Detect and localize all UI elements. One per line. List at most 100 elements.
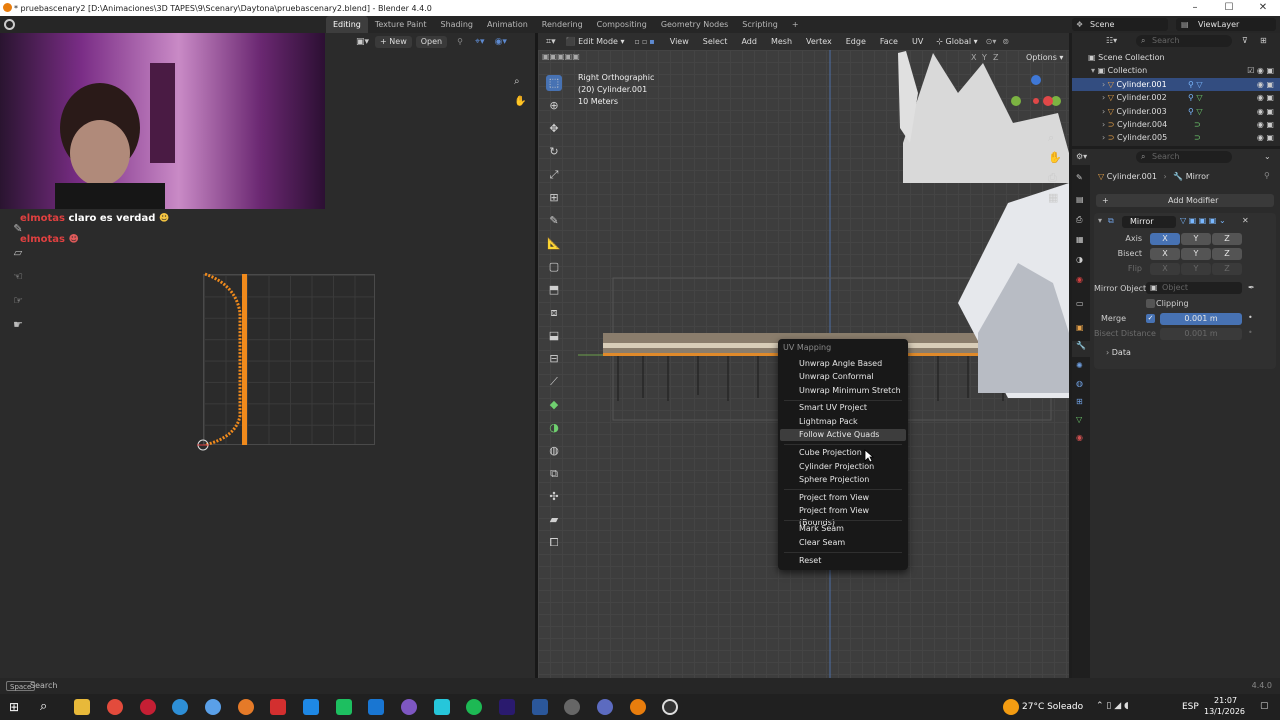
spotify-icon[interactable] — [466, 699, 482, 715]
view-layer-selector[interactable]: ▤ ViewLayer — [1176, 18, 1276, 31]
add-workspace-button[interactable]: + — [785, 16, 806, 33]
new-collection-icon[interactable]: ⊞ — [1260, 36, 1267, 45]
windows-start-icon[interactable]: ⊞ — [9, 700, 19, 714]
visibility-icons[interactable]: ◉ ▣ — [1257, 91, 1274, 104]
app-icon[interactable] — [303, 699, 319, 715]
outliner-collection[interactable]: ▾ ▣ Collection ☑ ◉ ▣ — [1072, 64, 1280, 77]
view-layer-tab-icon[interactable]: ▦ — [1076, 235, 1084, 244]
tab-rendering[interactable]: Rendering — [535, 16, 590, 33]
settings-icon[interactable] — [564, 699, 580, 715]
blender-menu-icon[interactable] — [4, 19, 15, 30]
modifier-toggle-icons[interactable]: ▽ ▣ ▣ ▣ ⌄ — [1180, 216, 1226, 225]
collapse-icon[interactable]: ▾ — [1098, 216, 1102, 225]
app-icon[interactable] — [597, 699, 613, 715]
properties-editor-icon[interactable]: ⚙▾ — [1076, 152, 1087, 161]
camera-view-icon[interactable]: ⎙ — [1048, 171, 1057, 185]
properties-search[interactable]: ⌕ Search — [1136, 151, 1232, 163]
clock-time[interactable]: 21:07 — [1214, 696, 1237, 705]
menu-item-unwrap-minimum-stretch[interactable]: Unwrap Minimum Stretch — [780, 385, 906, 397]
menu-item-project-from-view-bounds[interactable]: Project from View (Bounds) — [780, 505, 906, 527]
file-explorer-icon[interactable] — [74, 699, 90, 715]
outliner-search[interactable]: ⌕ Search — [1136, 35, 1232, 47]
visibility-icons[interactable]: ☑ ◉ ▣ — [1247, 64, 1274, 77]
pycharm-icon[interactable] — [336, 699, 352, 715]
mirror-object-field[interactable]: ▣ Object — [1146, 282, 1242, 294]
add-modifier-button[interactable]: + Add Modifier — [1096, 194, 1274, 207]
visibility-icons[interactable]: ◉ ▣ — [1257, 78, 1274, 91]
word-icon[interactable] — [532, 699, 548, 715]
object-tab-icon[interactable]: ▣ — [1076, 323, 1084, 332]
menu-item-follow-active-quads[interactable]: Follow Active Quads — [780, 429, 906, 441]
bisect-y-toggle[interactable]: Y — [1181, 248, 1211, 260]
tab-geometry-nodes[interactable]: Geometry Nodes — [654, 16, 735, 33]
data-tab-icon[interactable]: ▽ — [1076, 415, 1082, 424]
tab-shading[interactable]: Shading — [434, 16, 481, 33]
axis-y-toggle[interactable]: Y — [1181, 233, 1211, 245]
tool-tab-icon[interactable]: ✎ — [1076, 173, 1083, 182]
tab-texture-paint[interactable]: Texture Paint — [368, 16, 434, 33]
ortho-toggle-icon[interactable]: ▦ — [1048, 191, 1058, 204]
pan-view-icon[interactable]: ✋ — [1048, 151, 1062, 164]
menu-item-unwrap-conformal[interactable]: Unwrap Conformal — [780, 371, 906, 383]
visibility-icons[interactable]: ◉ ▣ — [1257, 131, 1274, 144]
opera-icon[interactable] — [140, 699, 156, 715]
outliner-editor-icon[interactable]: ☷▾ — [1106, 36, 1117, 45]
output-tab-icon[interactable]: ⎙ — [1076, 215, 1082, 225]
app-icon[interactable] — [205, 699, 221, 715]
menu-item-smart-uv-project[interactable]: Smart UV Project — [780, 402, 906, 414]
menu-item-sphere-projection[interactable]: Sphere Projection — [780, 474, 906, 486]
modifier-tab-icon[interactable]: 🔧 — [1072, 341, 1090, 357]
menu-item-clear-seam[interactable]: Clear Seam — [780, 537, 906, 549]
menu-item-cylinder-projection[interactable]: Cylinder Projection — [780, 461, 906, 473]
outliner-item-cylinder-002[interactable]: › ▽ Cylinder.002 ⚲ ▽ ◉ ▣ — [1072, 91, 1280, 104]
zoom-view-icon[interactable]: ⌕ — [1048, 131, 1054, 145]
app-icon[interactable] — [434, 699, 450, 715]
axis-z-toggle[interactable]: Z — [1212, 233, 1242, 245]
collection-tab-icon[interactable]: ▭ — [1076, 299, 1084, 308]
tab-animation[interactable]: Animation — [480, 16, 535, 33]
merge-distance-field[interactable]: 0.001 m — [1160, 313, 1242, 325]
constraints-tab-icon[interactable]: ⊞ — [1076, 397, 1083, 406]
edge-icon[interactable] — [172, 699, 188, 715]
material-tab-icon[interactable]: ◉ — [1076, 433, 1083, 442]
scene-tab-icon[interactable]: ◑ — [1076, 255, 1083, 264]
remove-modifier-icon[interactable]: ✕ — [1242, 216, 1249, 225]
tab-editing[interactable]: Editing — [326, 16, 368, 33]
obs-icon[interactable] — [662, 699, 678, 715]
maximize-button[interactable]: ☐ — [1212, 0, 1246, 16]
bisect-z-toggle[interactable]: Z — [1212, 248, 1242, 260]
keyframe-dot-icon[interactable]: • — [1248, 313, 1253, 322]
menu-item-unwrap-angle-based[interactable]: Unwrap Angle Based — [780, 358, 906, 370]
notification-icon[interactable]: ▢ — [1260, 701, 1269, 711]
navigation-gizmo[interactable] — [1008, 73, 1068, 133]
blender-taskbar-icon[interactable] — [630, 699, 646, 715]
app-icon[interactable] — [401, 699, 417, 715]
weather-icon[interactable] — [1003, 699, 1019, 715]
tab-compositing[interactable]: Compositing — [590, 16, 654, 33]
vscode-icon[interactable] — [368, 699, 384, 715]
tray-icons[interactable]: ⌃ ▯ ◢ ◖ — [1096, 701, 1129, 711]
menu-item-mark-seam[interactable]: Mark Seam — [780, 523, 906, 535]
axis-x-toggle[interactable]: X — [1150, 233, 1180, 245]
close-button[interactable]: ✕ — [1246, 0, 1280, 16]
language-indicator[interactable]: ESP — [1182, 702, 1199, 712]
filter-icon[interactable]: ⊽ — [1242, 36, 1248, 45]
tab-scripting[interactable]: Scripting — [735, 16, 785, 33]
chrome-icon[interactable] — [107, 699, 123, 715]
outliner-item-cylinder-004[interactable]: › ⊃ Cylinder.004 ⊃ ◉ ▣ — [1072, 118, 1280, 131]
menu-item-lightmap-pack[interactable]: Lightmap Pack — [780, 416, 906, 428]
firefox-icon[interactable] — [238, 699, 254, 715]
bisect-x-toggle[interactable]: X — [1150, 248, 1180, 260]
particles-tab-icon[interactable]: ✺ — [1076, 361, 1083, 370]
menu-item-reset[interactable]: Reset — [780, 555, 906, 567]
outliner-scene-collection[interactable]: ▣ Scene Collection — [1072, 51, 1280, 64]
render-tab-icon[interactable]: ▤ — [1076, 195, 1084, 204]
chevron-down-icon[interactable]: ⌄ — [1264, 152, 1271, 161]
outliner-item-cylinder-003[interactable]: › ▽ Cylinder.003 ⚲ ▽ ◉ ▣ — [1072, 105, 1280, 118]
pin-icon[interactable]: ⚲ — [1264, 171, 1270, 180]
clock-date[interactable]: 13/1/2026 — [1204, 707, 1245, 716]
modifier-name-field[interactable]: Mirror — [1122, 216, 1176, 228]
outliner-item-cylinder-005[interactable]: › ⊃ Cylinder.005 ⊃ ◉ ▣ — [1072, 131, 1280, 144]
data-subpanel[interactable]: › Data — [1106, 348, 1131, 357]
merge-checkbox[interactable]: ✓ — [1146, 314, 1155, 323]
